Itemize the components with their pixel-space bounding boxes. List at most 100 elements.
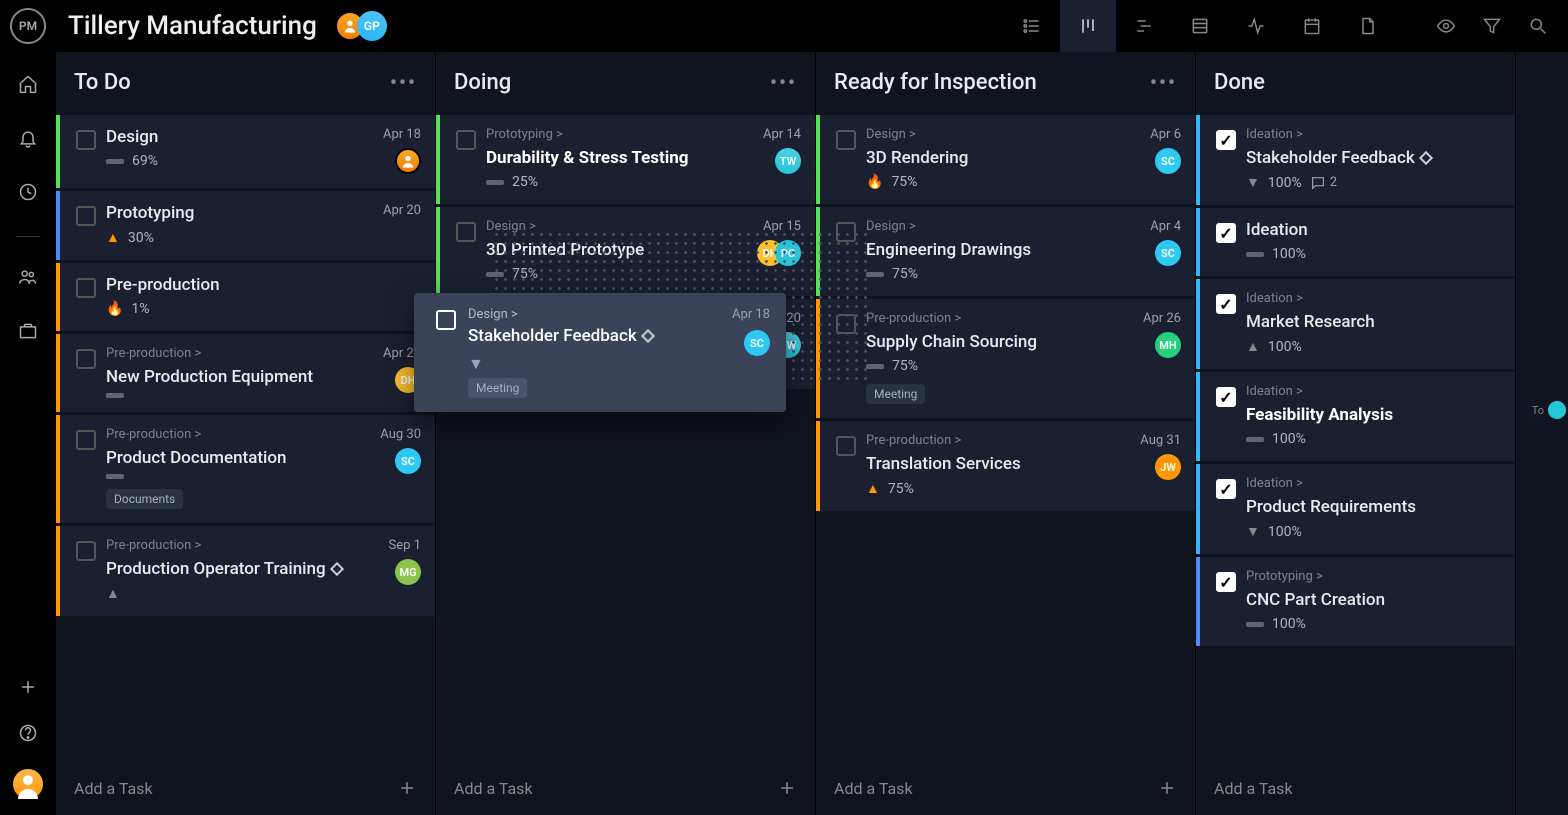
team-icon[interactable]	[18, 267, 38, 291]
card-date: Aug 30	[380, 427, 421, 442]
card-stripe	[1196, 464, 1200, 554]
task-card[interactable]: Pre-production > New Production Equipmen…	[56, 334, 435, 412]
chevron-up-icon: ▲	[106, 585, 120, 602]
avatar[interactable]: SC	[1155, 240, 1181, 266]
task-card[interactable]: ✓ Ideation > Feasibility Analysis 100%	[1196, 372, 1515, 461]
task-checkbox[interactable]	[456, 222, 476, 242]
card-stripe	[56, 115, 60, 188]
add-task-button[interactable]: Add a Task	[816, 761, 1195, 815]
column-header: Ready for Inspection •••	[816, 52, 1195, 112]
task-checkbox[interactable]	[76, 206, 96, 226]
avatar[interactable]: TW	[775, 148, 801, 174]
task-checkbox[interactable]: ✓	[1216, 572, 1236, 592]
help-icon[interactable]	[18, 723, 38, 747]
task-checkbox[interactable]	[76, 430, 96, 450]
activity-view-icon[interactable]	[1228, 0, 1284, 52]
task-card[interactable]: Pre-production > Production Operator Tra…	[56, 526, 435, 616]
card-title: Stakeholder Feedback	[468, 326, 653, 346]
card-stripe	[56, 415, 60, 523]
task-card[interactable]: ✓ Ideation > Stakeholder Feedback ▼100%2	[1196, 115, 1515, 205]
member-avatars[interactable]: GP	[335, 11, 387, 41]
card-stripe	[1196, 372, 1200, 461]
task-card[interactable]: ✓ Ideation > Product Requirements ▼100%	[1196, 464, 1515, 554]
dragging-card[interactable]: Design > Stakeholder Feedback ▼ Meeting …	[414, 293, 786, 412]
calendar-view-icon[interactable]	[1284, 0, 1340, 52]
task-card[interactable]: ✓ Ideation > Market Research ▲100%	[1196, 279, 1515, 369]
gantt-view-icon[interactable]	[1116, 0, 1172, 52]
notifications-icon[interactable]	[18, 128, 38, 152]
card-meta: 🔥1%	[106, 301, 353, 317]
task-checkbox[interactable]: ✓	[1216, 294, 1236, 314]
today-badge[interactable]: To	[1524, 397, 1568, 423]
list-view-icon[interactable]	[1004, 0, 1060, 52]
card-meta: ▲75%	[866, 480, 1113, 497]
task-card[interactable]: Pre-production > Supply Chain Sourcing 7…	[816, 299, 1195, 418]
project-title: Tillery Manufacturing	[68, 11, 317, 41]
add-icon[interactable]	[18, 677, 38, 701]
task-checkbox[interactable]	[76, 541, 96, 561]
card-date: Apr 14	[763, 127, 801, 142]
task-card[interactable]: Design 69% Apr 18	[56, 115, 435, 188]
task-card[interactable]: Pre-production > Product Documentation D…	[56, 415, 435, 523]
sheet-view-icon[interactable]	[1172, 0, 1228, 52]
progress-icon	[106, 474, 124, 479]
search-icon[interactable]	[1528, 16, 1548, 36]
add-task-button[interactable]: Add a Task	[1196, 761, 1515, 815]
task-checkbox[interactable]	[836, 436, 856, 456]
card-breadcrumb: Pre-production >	[106, 538, 353, 553]
column-menu-icon[interactable]: •••	[770, 70, 797, 94]
recent-icon[interactable]	[18, 182, 38, 206]
avatar[interactable]: SC	[395, 448, 421, 474]
avatar[interactable]: SC	[744, 330, 770, 356]
column-body[interactable]: Prototyping > Durability & Stress Testin…	[436, 112, 815, 761]
add-task-button[interactable]: Add a Task	[56, 761, 435, 815]
task-card[interactable]: ✓ Ideation 100%	[1196, 208, 1515, 276]
comment-icon	[1310, 175, 1326, 191]
priority-down-icon: ▼	[1246, 174, 1260, 191]
task-checkbox[interactable]: ✓	[1216, 223, 1236, 243]
card-title: 3D Rendering	[866, 148, 1113, 168]
logo-icon[interactable]: PM	[10, 8, 46, 44]
task-checkbox[interactable]	[76, 130, 96, 150]
column-body[interactable]: ✓ Ideation > Stakeholder Feedback ▼100%2…	[1196, 112, 1515, 761]
task-checkbox[interactable]	[76, 349, 96, 369]
current-user-avatar[interactable]	[13, 769, 43, 799]
task-card[interactable]: Prototyping > Durability & Stress Testin…	[436, 115, 815, 204]
column-menu-icon[interactable]: •••	[390, 70, 417, 94]
task-card[interactable]: Design > Engineering Drawings 75% Apr 4 …	[816, 207, 1195, 296]
card-title: Supply Chain Sourcing	[866, 332, 1113, 352]
avatar[interactable]: JW	[1155, 454, 1181, 480]
card-stripe	[816, 115, 820, 204]
task-checkbox[interactable]	[76, 278, 96, 298]
filter-icon[interactable]	[1482, 16, 1502, 36]
column-body[interactable]: Design 69% Apr 18 Prototyping ▲30% Apr 2…	[56, 112, 435, 761]
task-checkbox[interactable]: ✓	[1216, 130, 1236, 150]
card-title: CNC Part Creation	[1246, 590, 1433, 610]
task-checkbox[interactable]	[456, 130, 476, 150]
visibility-icon[interactable]	[1436, 16, 1456, 36]
task-card[interactable]: ✓ Prototyping > CNC Part Creation 100%	[1196, 557, 1515, 646]
task-checkbox[interactable]	[836, 130, 856, 150]
avatar[interactable]: MG	[395, 559, 421, 585]
projects-icon[interactable]	[18, 321, 38, 345]
column-body[interactable]: Design > 3D Rendering 🔥75% Apr 6 SC Desi…	[816, 112, 1195, 761]
column-menu-icon[interactable]: •••	[1150, 70, 1177, 94]
card-meta: ▼100%2	[1246, 174, 1433, 191]
avatar[interactable]: MH	[1155, 332, 1181, 358]
add-task-button[interactable]: Add a Task	[436, 761, 815, 815]
task-card[interactable]: Prototyping ▲30% Apr 20	[56, 191, 435, 260]
file-view-icon[interactable]	[1340, 0, 1396, 52]
task-card[interactable]: Pre-production > Translation Services ▲7…	[816, 421, 1195, 511]
card-breadcrumb: Design >	[468, 307, 653, 322]
avatar[interactable]: SC	[1155, 148, 1181, 174]
board-view-icon[interactable]	[1060, 0, 1116, 52]
task-card[interactable]: Pre-production 🔥1%	[56, 263, 435, 331]
task-checkbox[interactable]: ✓	[1216, 387, 1236, 407]
task-card[interactable]: Design > 3D Rendering 🔥75% Apr 6 SC	[816, 115, 1195, 204]
home-icon[interactable]	[18, 74, 38, 98]
task-checkbox[interactable]	[436, 310, 456, 330]
avatar[interactable]	[395, 148, 421, 174]
task-checkbox[interactable]: ✓	[1216, 479, 1236, 499]
main: To Do ••• Design 69% Apr 18 Prototyping	[0, 52, 1568, 815]
avatar-gp[interactable]: GP	[357, 11, 387, 41]
